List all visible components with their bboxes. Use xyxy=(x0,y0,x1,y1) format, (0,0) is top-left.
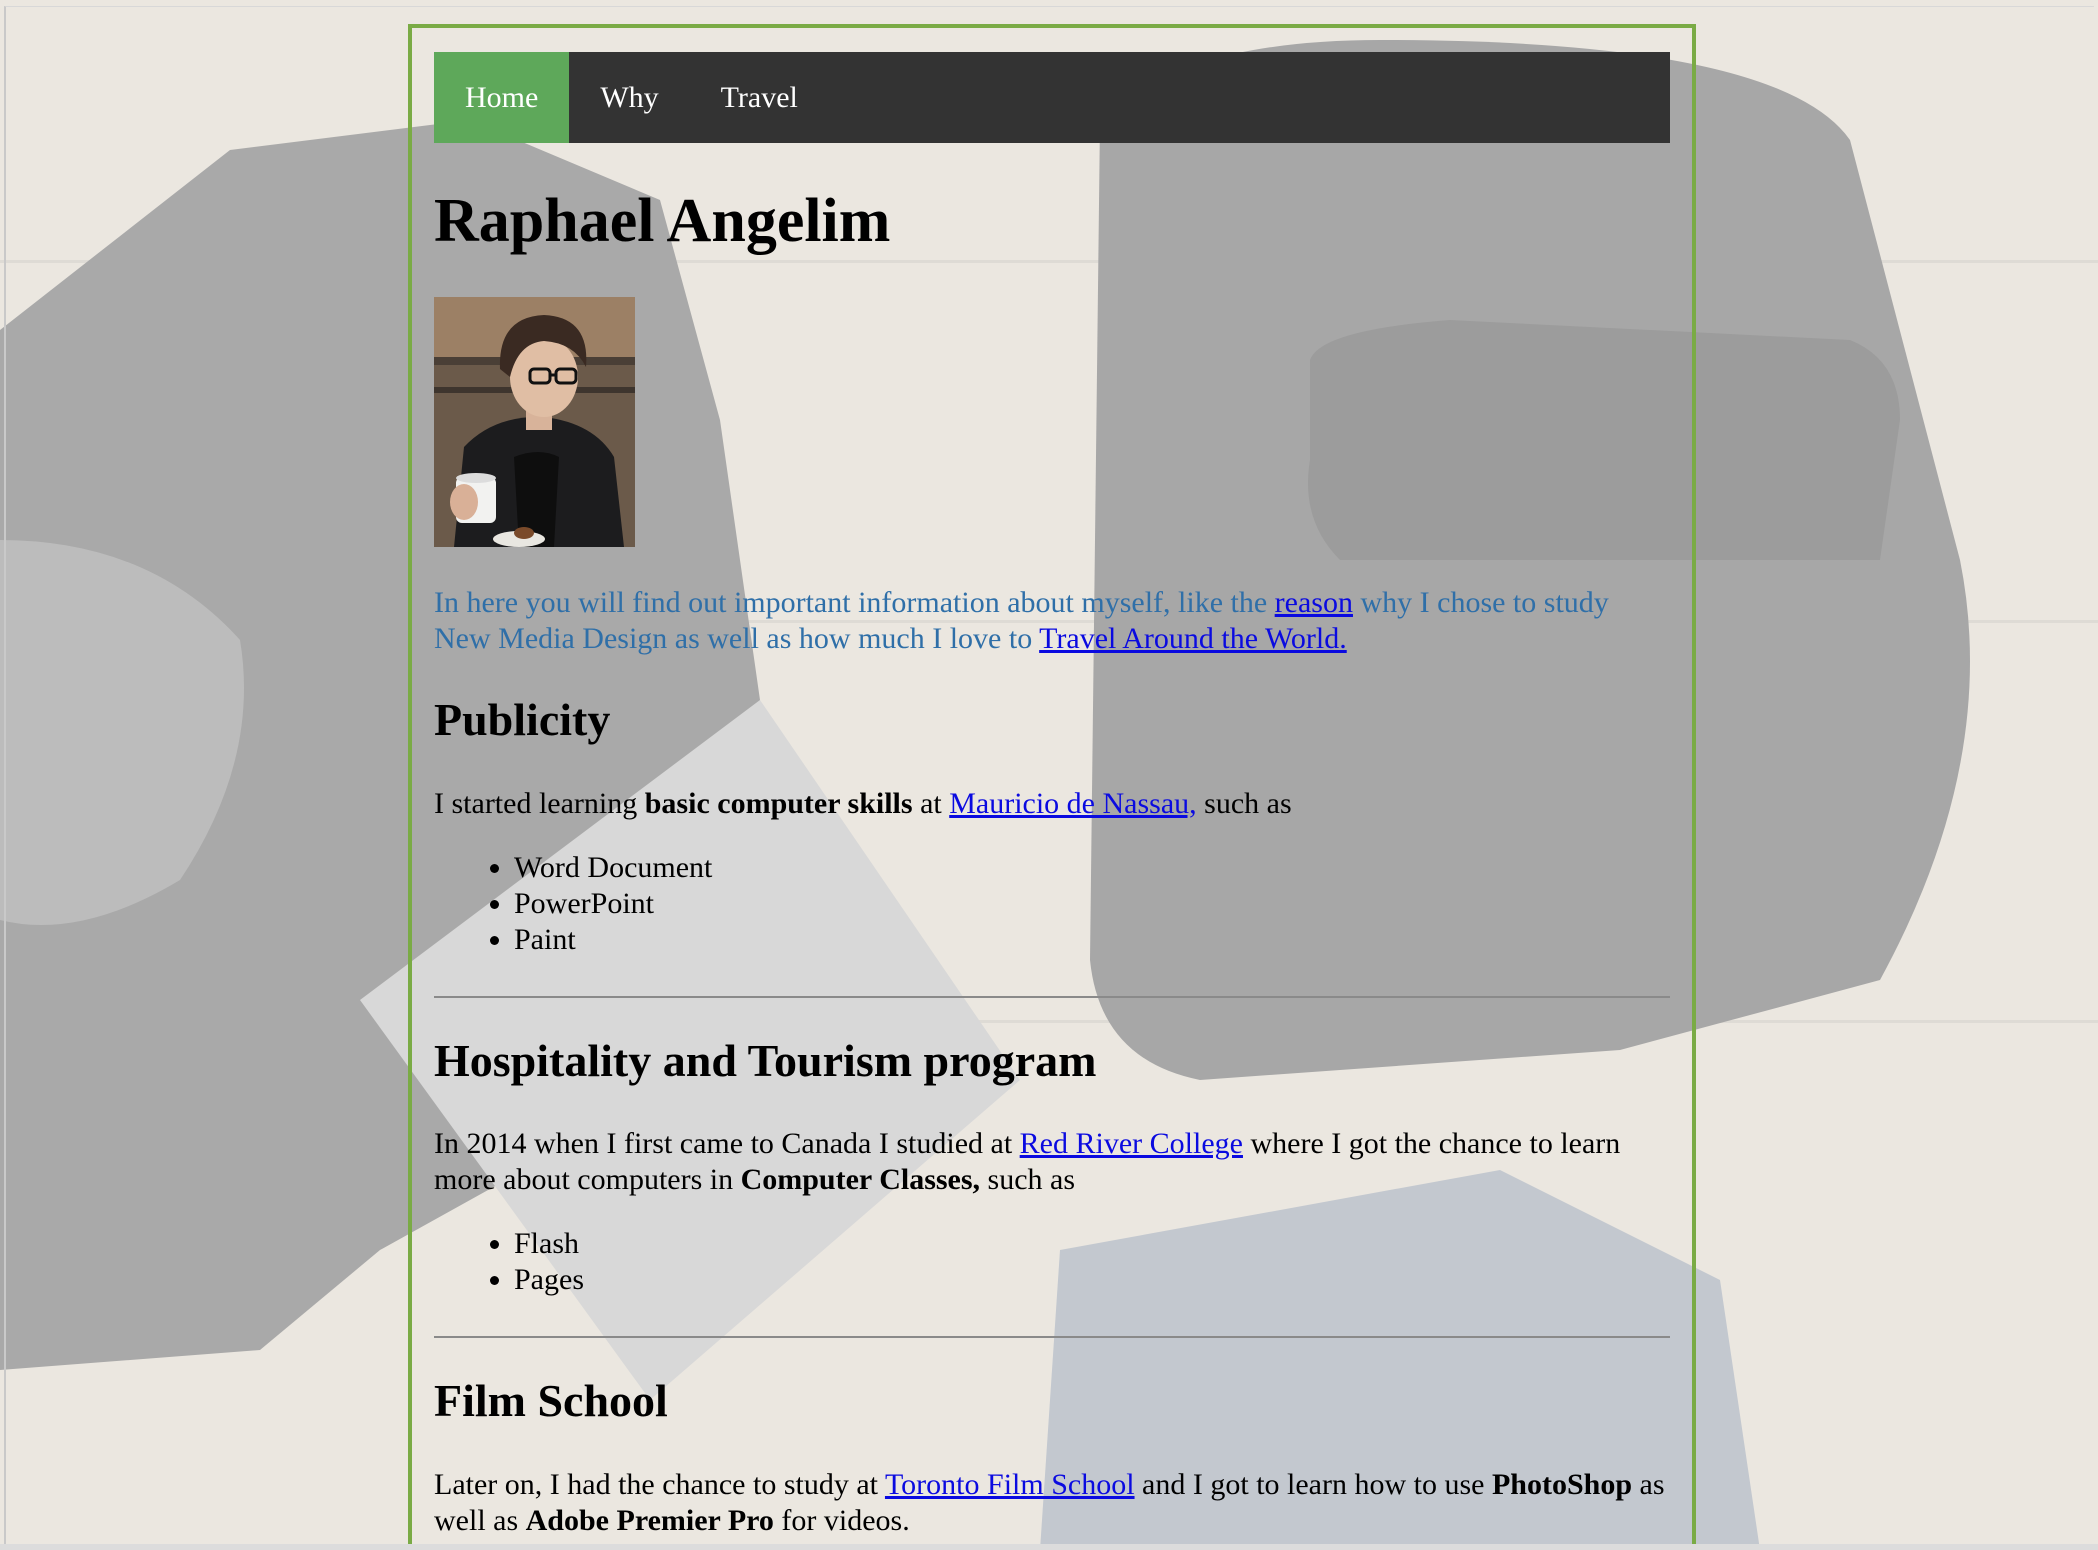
publicity-list: Word Document PowerPoint Paint xyxy=(434,850,1670,958)
nav-home[interactable]: Home xyxy=(434,52,570,143)
red-river-college-link[interactable]: Red River College xyxy=(1020,1127,1243,1160)
list-item: Flash xyxy=(514,1226,1670,1262)
list-item: PowerPoint xyxy=(514,886,1670,922)
section-divider xyxy=(434,1336,1670,1339)
profile-photo xyxy=(434,297,635,548)
list-item: Word Document xyxy=(514,850,1670,886)
toronto-film-school-link[interactable]: Toronto Film School xyxy=(885,1468,1135,1501)
section-divider xyxy=(434,995,1670,998)
list-item: Pages xyxy=(514,1262,1670,1298)
nav-travel[interactable]: Travel xyxy=(690,52,829,143)
top-navigation: Home Why Travel xyxy=(434,52,1670,143)
reason-link[interactable]: reason xyxy=(1275,586,1353,619)
film-school-heading: Film School xyxy=(434,1375,668,1427)
nav-why[interactable]: Why xyxy=(569,52,689,143)
list-item: Paint xyxy=(514,922,1670,958)
mauricio-de-nassau-link[interactable]: Mauricio de Nassau, xyxy=(949,787,1196,820)
travel-link[interactable]: Travel Around the World. xyxy=(1039,622,1347,655)
publicity-paragraph: I started learning basic computer skills… xyxy=(434,786,1292,820)
page-container: Home Why Travel Raphael Angelim In here … xyxy=(408,24,1696,1550)
page-title: Raphael Angelim xyxy=(434,187,891,255)
publicity-heading: Publicity xyxy=(434,694,611,746)
hospitality-paragraph: In 2014 when I first came to Canada I st… xyxy=(434,1127,1621,1197)
viewport-bottom-edge xyxy=(0,1544,2098,1550)
film-school-paragraph: Later on, I had the chance to study at T… xyxy=(434,1467,1665,1537)
hospitality-list: Flash Pages xyxy=(434,1226,1670,1298)
hospitality-heading: Hospitality and Tourism program xyxy=(434,1034,1097,1086)
intro-paragraph: In here you will find out important info… xyxy=(434,586,1609,656)
